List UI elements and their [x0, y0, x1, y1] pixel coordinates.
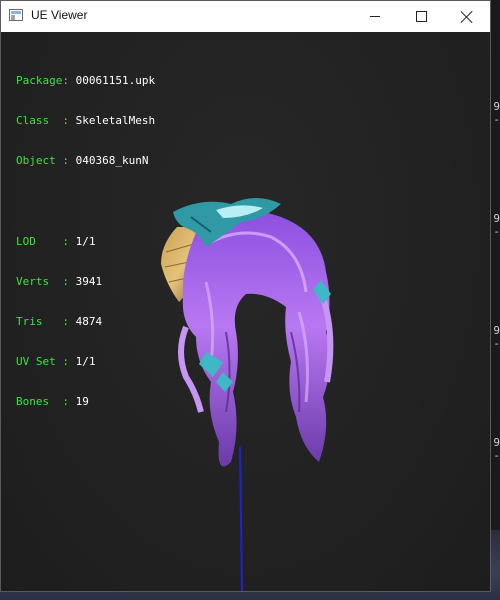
uvset-value: 1/1	[75, 355, 96, 369]
package-label: Package:	[16, 73, 69, 87]
app-icon	[9, 9, 23, 21]
ue-viewer-window: UE Viewer Package: 00061151.upk Class: …	[0, 0, 491, 592]
3d-viewport[interactable]: Package: 00061151.upk Class : SkeletalMe…	[1, 32, 490, 591]
background-window-right: 9-9-9-9-	[490, 0, 500, 600]
axis-line	[239, 446, 243, 591]
bones-label: Bones :	[16, 395, 69, 409]
maximize-icon	[415, 11, 427, 22]
lod-label: LOD :	[16, 234, 69, 248]
maximize-button[interactable]	[398, 1, 444, 32]
close-icon	[461, 11, 473, 23]
object-label: Object :	[16, 154, 69, 168]
tris-label: Tris :	[16, 315, 69, 329]
class-label: Class :	[16, 114, 69, 128]
tris-value: 4874	[75, 315, 103, 329]
mesh-info-overlay: Package: 00061151.upk Class : SkeletalMe…	[16, 47, 155, 436]
minimize-button[interactable]	[352, 1, 398, 32]
lod-value: 1/1	[75, 234, 96, 248]
close-button[interactable]	[444, 1, 490, 32]
title-bar[interactable]: UE Viewer	[1, 1, 490, 33]
minimize-icon	[370, 16, 380, 17]
class-value: SkeletalMesh	[75, 114, 156, 128]
bones-value: 19	[75, 395, 89, 409]
verts-label: Verts :	[16, 274, 69, 288]
window-title: UE Viewer	[31, 8, 88, 22]
uvset-label: UV Set :	[16, 355, 69, 369]
object-value: 040368_kunN	[75, 154, 149, 168]
verts-value: 3941	[75, 274, 103, 288]
purple-hair	[178, 210, 334, 467]
package-value: 00061151.upk	[75, 73, 156, 87]
